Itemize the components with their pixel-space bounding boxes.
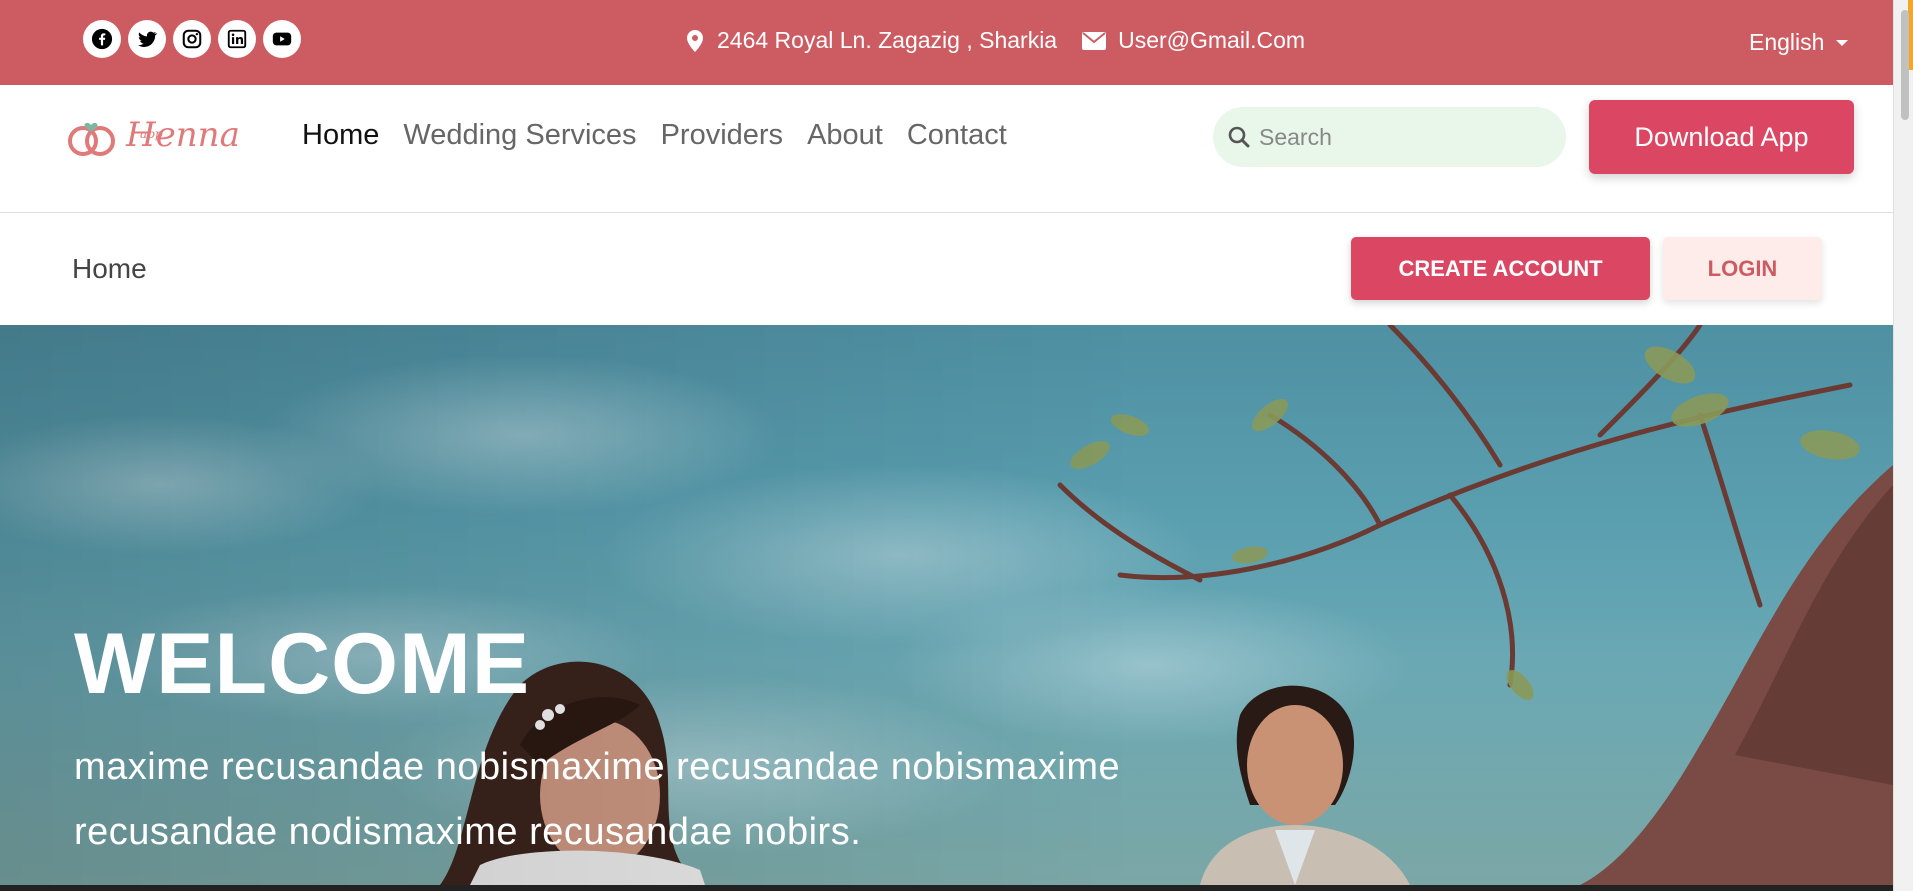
search-box [1213, 107, 1566, 167]
rings-logo-icon [68, 122, 115, 156]
nav-links: Home Wedding Services Providers About Co… [302, 119, 1007, 152]
linkedin-link[interactable] [218, 20, 256, 58]
envelope-icon [1082, 31, 1107, 50]
language-select[interactable]: English [1749, 29, 1849, 56]
top-bar: 2464 Royal Ln. Zagazig , Sharkia User@Gm… [0, 0, 1893, 85]
main-navbar: Henna app Home Wedding Services Provider… [0, 85, 1893, 213]
download-app-button[interactable]: Download App [1589, 100, 1854, 174]
hero-description: maxime recusandae nobismaxime recusandae… [74, 746, 1121, 853]
logo-subtext: app [140, 127, 163, 141]
facebook-link[interactable] [83, 20, 121, 58]
linkedin-icon [227, 29, 247, 49]
nav-link-contact[interactable]: Contact [907, 119, 1007, 152]
breadcrumb-home[interactable]: Home [72, 253, 147, 285]
hero-banner: WELCOME maxime recusandae nobismaxime re… [0, 325, 1893, 885]
chevron-down-icon [1836, 39, 1849, 46]
nav-link-providers[interactable]: Providers [661, 119, 784, 152]
login-button[interactable]: LOGIN [1663, 237, 1822, 300]
email-link[interactable]: User@Gmail.Com [1118, 27, 1305, 54]
create-account-button[interactable]: CREATE ACCOUNT [1351, 237, 1650, 300]
twitter-link[interactable] [128, 20, 166, 58]
instagram-icon [182, 29, 202, 49]
facebook-icon [91, 28, 113, 50]
search-icon [1228, 126, 1250, 148]
language-label: English [1749, 29, 1825, 55]
page-scrollbar[interactable] [1893, 0, 1913, 891]
breadcrumb-bar: Home CREATE ACCOUNT LOGIN [0, 213, 1893, 325]
scrollbar-thumb[interactable] [1901, 10, 1909, 120]
social-links [83, 20, 301, 58]
hero-title: WELCOME [74, 616, 531, 712]
contact-info: 2464 Royal Ln. Zagazig , Sharkia User@Gm… [685, 27, 1305, 54]
nav-link-home[interactable]: Home [302, 119, 379, 152]
twitter-icon [138, 31, 158, 47]
location-pin-icon [685, 29, 705, 53]
instagram-link[interactable] [173, 20, 211, 58]
bottom-edge [0, 885, 1893, 891]
youtube-link[interactable] [263, 20, 301, 58]
nav-link-wedding-services[interactable]: Wedding Services [403, 119, 636, 152]
youtube-icon [272, 32, 292, 46]
nav-link-about[interactable]: About [807, 119, 883, 152]
address-text: 2464 Royal Ln. Zagazig , Sharkia [717, 27, 1058, 53]
search-input[interactable] [1259, 123, 1539, 151]
